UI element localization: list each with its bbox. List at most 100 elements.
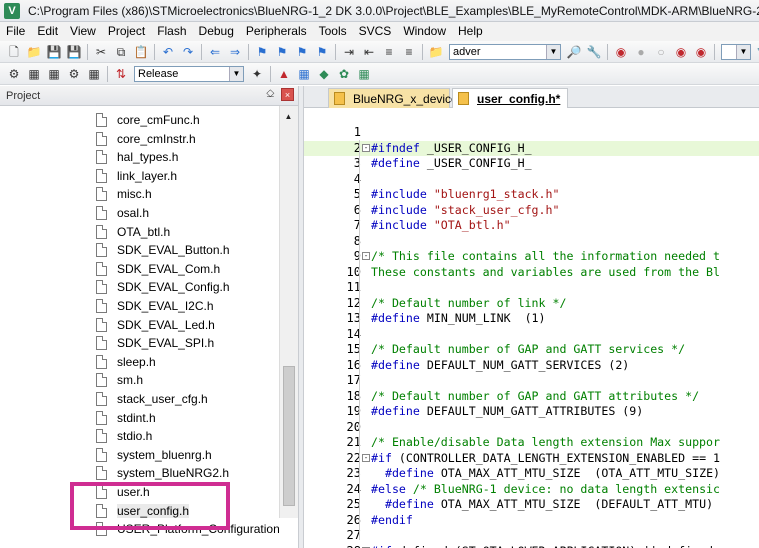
tree-item[interactable]: SDK_EVAL_Button.h	[96, 241, 230, 259]
target-options-icon[interactable]: ✦	[249, 66, 265, 82]
tree-item[interactable]: stdio.h	[96, 427, 152, 445]
tree-item[interactable]: SDK_EVAL_Com.h	[96, 260, 220, 278]
code-line[interactable]: 24 #else /* BlueNRG-1 device: no data len…	[304, 482, 759, 498]
bookmark-prev-icon[interactable]: ⚑	[274, 44, 290, 60]
menu-peripherals[interactable]: Peripherals	[240, 22, 313, 41]
tab-bluenrg-x-device-h[interactable]: BlueNRG_x_device.h	[328, 88, 468, 108]
save-icon[interactable]: 💾	[46, 44, 62, 60]
open-folder-icon[interactable]: 📁	[26, 44, 42, 60]
chevron-down-icon[interactable]: ▼	[546, 44, 560, 59]
new-file-icon[interactable]: 🗋	[6, 44, 22, 60]
tree-item[interactable]: hal_types.h	[96, 148, 178, 166]
tree-item[interactable]: sleep.h	[96, 353, 156, 371]
menu-flash[interactable]: Flash	[151, 22, 192, 41]
select-packs-icon[interactable]: ▦	[356, 66, 372, 82]
code-line[interactable]: 19 #define DEFAULT_NUM_GATT_ATTRIBUTES (9…	[304, 404, 759, 420]
code-line[interactable]: 10 These constants and variables are used…	[304, 265, 759, 281]
menu-view[interactable]: View	[64, 22, 102, 41]
menu-help[interactable]: Help	[452, 22, 489, 41]
chevron-down-icon[interactable]: ▼	[736, 44, 750, 59]
tree-item[interactable]: core_cmInstr.h	[96, 130, 196, 148]
code-line[interactable]: 1	[304, 125, 759, 141]
cut-icon[interactable]: ✂	[93, 44, 109, 60]
fold-toggle-icon[interactable]: -	[362, 252, 370, 260]
debug-session-icon[interactable]: ◉	[613, 44, 629, 60]
code-line[interactable]: 11	[304, 280, 759, 296]
tree-item[interactable]: stack_user_cfg.h	[96, 390, 208, 408]
tree-item[interactable]: SDK_EVAL_I2C.h	[96, 297, 214, 315]
tree-item[interactable]: osal.h	[96, 204, 149, 222]
menu-project[interactable]: Project	[102, 22, 151, 41]
download-icon[interactable]: ⇅	[113, 66, 129, 82]
find-in-files-icon[interactable]: 📁	[428, 44, 444, 60]
redo-icon[interactable]: ↷	[180, 44, 196, 60]
scroll-up-arrow-icon[interactable]: ▲	[282, 110, 295, 122]
menu-debug[interactable]: Debug	[193, 22, 240, 41]
code-line[interactable]: 6 #include "stack_user_cfg.h"	[304, 203, 759, 219]
tree-item[interactable]: SDK_EVAL_Led.h	[96, 316, 215, 334]
nav-forward-icon[interactable]: ⇒	[227, 44, 243, 60]
fold-toggle-icon[interactable]: -	[362, 143, 370, 152]
code-line[interactable]: 27	[304, 528, 759, 544]
replace-icon[interactable]: 🔧	[586, 44, 602, 60]
code-line[interactable]: 16 #define DEFAULT_NUM_GATT_SERVICES (2)	[304, 358, 759, 374]
tree-item[interactable]: stdint.h	[96, 409, 156, 427]
code-line[interactable]: 18 /* Default number of GAP and GATT attr…	[304, 389, 759, 405]
target-combo[interactable]: Release ▼	[134, 65, 244, 82]
rte-icon[interactable]: ✿	[336, 66, 352, 82]
bookmark-next-icon[interactable]: ⚑	[294, 44, 310, 60]
code-line[interactable]: 7 #include "OTA_btl.h"	[304, 218, 759, 234]
code-line[interactable]: 22- #if (CONTROLLER_DATA_LENGTH_EXTENSION…	[304, 451, 759, 467]
breakpoint-disable-icon[interactable]: ○	[653, 44, 669, 60]
file-extensions-icon[interactable]: ▲	[276, 66, 292, 82]
tree-item[interactable]: OTA_btl.h	[96, 223, 170, 241]
tree-item[interactable]: system_bluenrg.h	[96, 446, 212, 464]
code-line[interactable]: 17	[304, 373, 759, 389]
tree-item[interactable]: SDK_EVAL_SPI.h	[96, 334, 214, 352]
code-line[interactable]: 15 /* Default number of GAP and GATT serv…	[304, 342, 759, 358]
close-icon[interactable]: ×	[281, 88, 294, 101]
code-editor[interactable]: 1 2- #ifndef _USER_CONFIG_H_ 3 #define _USER…	[304, 108, 759, 548]
menu-edit[interactable]: Edit	[31, 22, 64, 41]
code-line[interactable]: 14	[304, 327, 759, 343]
find-combo[interactable]: adver ▼	[449, 43, 561, 60]
code-line[interactable]: 28-#if defined (ST_OTA_LOWER_APPLICATION…	[304, 544, 759, 548]
code-line[interactable]: 12 /* Default number of link */	[304, 296, 759, 312]
undo-icon[interactable]: ↶	[160, 44, 176, 60]
code-line[interactable]: 26 #endif	[304, 513, 759, 529]
batch-build-icon[interactable]: ⚙	[66, 66, 82, 82]
code-line[interactable]: 25 #define OTA_MAX_ATT_MTU_SIZE (DEFAULT…	[304, 497, 759, 513]
code-line[interactable]: 13 #define MIN_NUM_LINK (1)	[304, 311, 759, 327]
code-line[interactable]: 3 #define _USER_CONFIG_H_	[304, 156, 759, 172]
bookmark-toggle-icon[interactable]: ⚑	[254, 44, 270, 60]
code-line[interactable]: 23 #define OTA_MAX_ATT_MTU_SIZE (OTA_ATT…	[304, 466, 759, 482]
copy-icon[interactable]: ⧉	[113, 44, 129, 60]
manage-components-icon[interactable]: ▦	[296, 66, 312, 82]
code-line[interactable]: 9-/* This file contains all the informat…	[304, 249, 759, 265]
stop-build-icon[interactable]: ▦	[86, 66, 102, 82]
menu-svcs[interactable]: SVCS	[353, 22, 398, 41]
uncomment-icon[interactable]: ≡	[401, 44, 417, 60]
pack-installer-icon[interactable]: ◆	[316, 66, 332, 82]
bookmark-clear-icon[interactable]: ⚑	[314, 44, 330, 60]
nav-back-icon[interactable]: ⇐	[207, 44, 223, 60]
chevron-down-icon[interactable]: ▼	[229, 66, 243, 81]
tree-item[interactable]: core_cmFunc.h	[96, 111, 200, 129]
tree-scrollbar[interactable]: ▲	[279, 106, 298, 518]
breakpoint-clear-icon[interactable]: ◉	[693, 44, 709, 60]
scroll-thumb[interactable]	[283, 366, 295, 506]
indent-icon[interactable]: ⇥	[341, 44, 357, 60]
build-icon[interactable]: ▦	[26, 66, 42, 82]
unindent-icon[interactable]: ⇤	[361, 44, 377, 60]
translate-icon[interactable]: ⚙	[6, 66, 22, 82]
menu-window[interactable]: Window	[397, 22, 452, 41]
pin-icon[interactable]: ⎐	[266, 88, 275, 101]
menu-tools[interactable]: Tools	[313, 22, 353, 41]
find-icon[interactable]: 🔎	[566, 44, 582, 60]
comment-icon[interactable]: ≡	[381, 44, 397, 60]
tree-item[interactable]: system_BlueNRG2.h	[96, 464, 229, 482]
breakpoint-kill-icon[interactable]: ◉	[673, 44, 689, 60]
code-line[interactable]: 8	[304, 234, 759, 250]
paste-icon[interactable]: 📋	[133, 44, 149, 60]
rebuild-icon[interactable]: ▦	[46, 66, 62, 82]
